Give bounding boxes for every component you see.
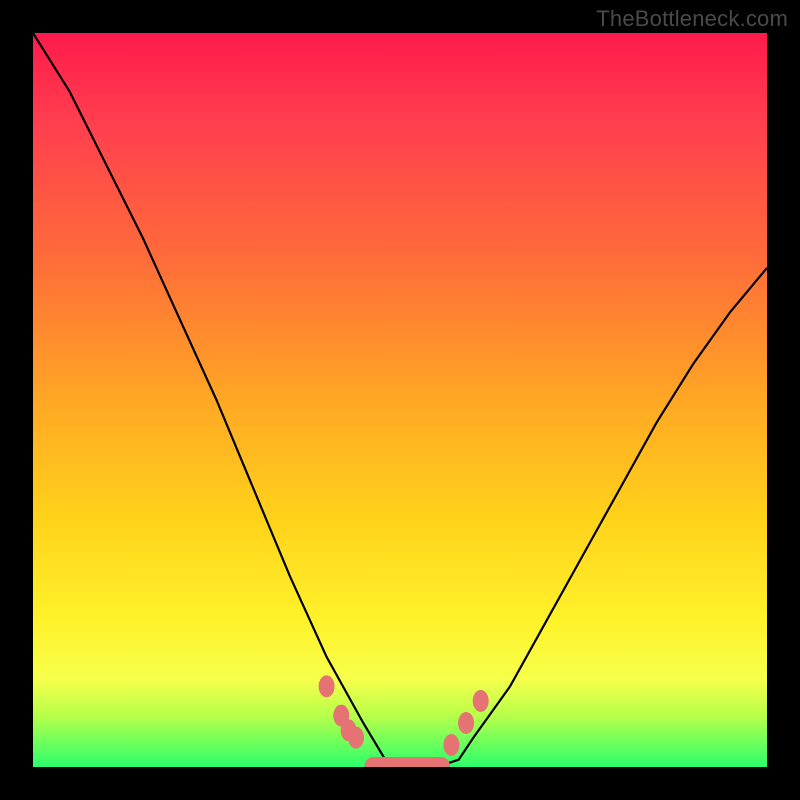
chart-frame: TheBottleneck.com [0, 0, 800, 800]
curve-dot [473, 690, 489, 712]
curve-dot [348, 727, 364, 749]
curve-dot [443, 734, 459, 756]
curve-dot [458, 712, 474, 734]
plot-area [33, 33, 767, 767]
bottleneck-curve-path [33, 33, 767, 767]
curve-dot [319, 675, 335, 697]
bottom-bar [365, 757, 450, 767]
watermark-text: TheBottleneck.com [596, 6, 788, 32]
bottleneck-curve [33, 33, 767, 767]
